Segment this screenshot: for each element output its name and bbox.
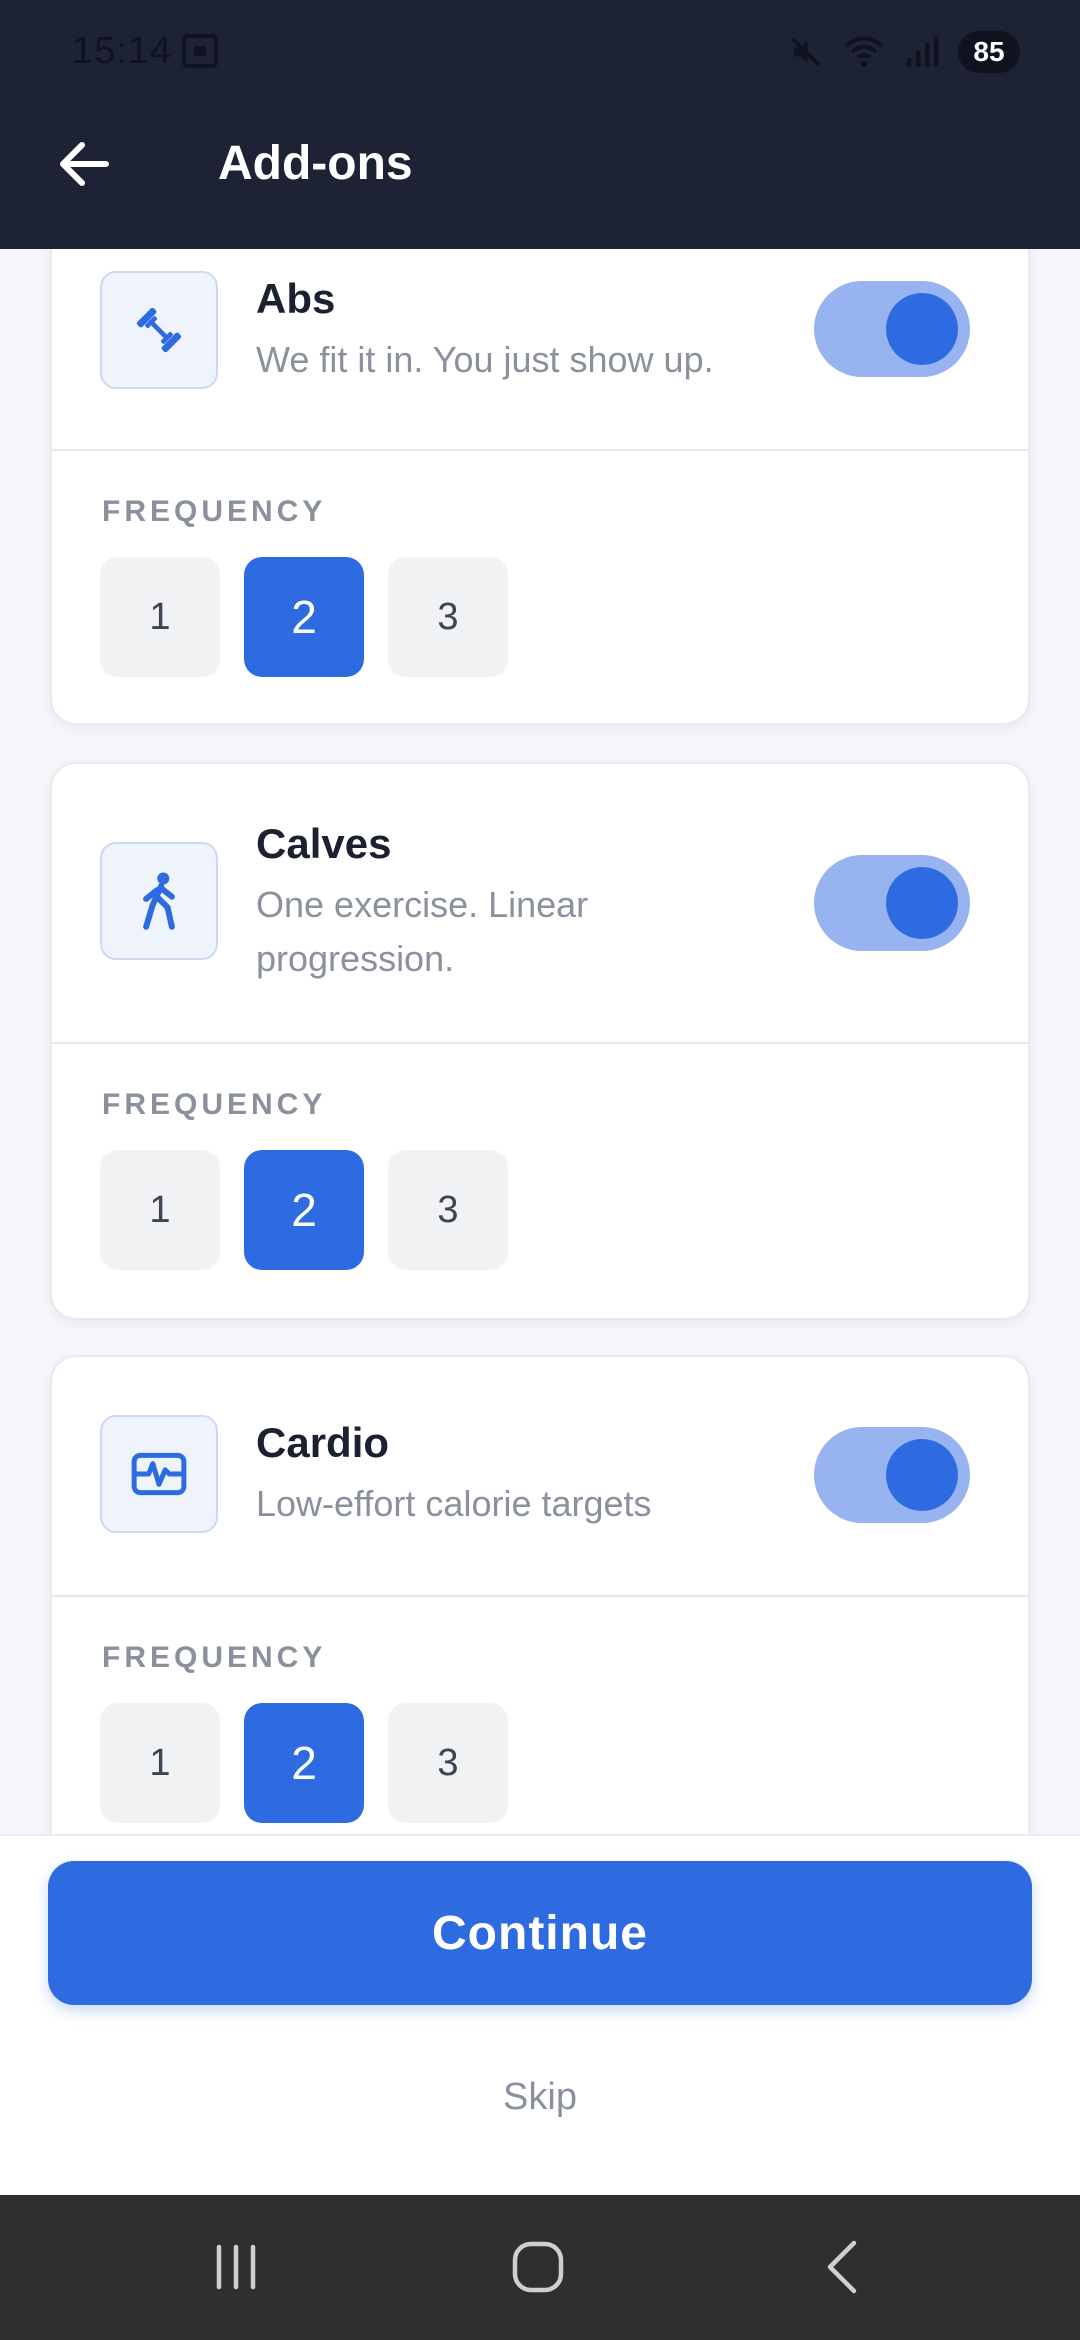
- addon-card-abs: Abs We fit it in. You just show up. FREQ…: [50, 249, 1030, 725]
- arrow-left-icon: [60, 142, 109, 186]
- signal-icon: [907, 35, 939, 67]
- page-title: Add-ons: [218, 137, 413, 190]
- frequency-option-2[interactable]: 2: [244, 557, 364, 677]
- frequency-label: FREQUENCY: [102, 1641, 327, 1674]
- status-bar: 15:14 85: [0, 0, 1080, 105]
- addon-toggle-abs[interactable]: [814, 281, 970, 377]
- top-bar: 15:14 85 Add-ons: [0, 0, 1080, 249]
- frequency-label: FREQUENCY: [102, 1088, 327, 1121]
- addon-card-cardio: Cardio Low-effort calorie targets FREQUE…: [50, 1355, 1030, 1834]
- addon-card-calves: Calves One exercise. Linear progression.…: [50, 762, 1030, 1320]
- chevron-left-icon: [827, 2240, 857, 2294]
- frequency-option-3[interactable]: 3: [388, 1150, 508, 1270]
- system-back-button[interactable]: [802, 2231, 882, 2303]
- addon-toggle-cardio[interactable]: [814, 1427, 970, 1523]
- continue-button[interactable]: Continue: [48, 1861, 1032, 2005]
- addon-title: Cardio: [256, 1419, 390, 1466]
- wifi-icon: [844, 36, 884, 68]
- frequency-selector: 1 2 3: [100, 557, 508, 677]
- battery-indicator: 85: [958, 31, 1020, 73]
- addon-icon-box: [100, 842, 218, 960]
- frequency-label: FREQUENCY: [102, 495, 327, 528]
- home-button[interactable]: [498, 2231, 578, 2303]
- back-button[interactable]: [54, 134, 114, 194]
- dumbbell-icon: [136, 307, 182, 353]
- addons-list[interactable]: Abs We fit it in. You just show up. FREQ…: [0, 249, 1080, 1834]
- toggle-knob: [886, 867, 958, 939]
- divider: [52, 1042, 1028, 1044]
- heartbeat-monitor-icon: [131, 1452, 187, 1496]
- addon-icon-box: [100, 271, 218, 389]
- addon-title: Calves: [256, 820, 392, 867]
- addon-description: One exercise. Linear progression.: [256, 884, 589, 979]
- walking-person-icon: [143, 872, 175, 930]
- skip-link[interactable]: Skip: [0, 2076, 1080, 2119]
- bottom-action-panel: Continue Skip: [0, 1834, 1080, 2195]
- frequency-option-2[interactable]: 2: [244, 1703, 364, 1823]
- divider: [52, 449, 1028, 451]
- screenshot-indicator-icon: [182, 34, 218, 68]
- addon-title: Abs: [256, 275, 336, 322]
- frequency-selector: 1 2 3: [100, 1703, 508, 1823]
- addon-description: We fit it in. You just show up.: [256, 339, 714, 380]
- frequency-option-2[interactable]: 2: [244, 1150, 364, 1270]
- status-icons: 85: [788, 28, 1020, 76]
- recent-apps-icon: [216, 2244, 256, 2290]
- addon-toggle-calves[interactable]: [814, 855, 970, 951]
- frequency-option-1[interactable]: 1: [100, 557, 220, 677]
- system-navigation-bar: [0, 2195, 1080, 2340]
- frequency-option-3[interactable]: 3: [388, 1703, 508, 1823]
- frequency-option-1[interactable]: 1: [100, 1150, 220, 1270]
- recent-apps-button[interactable]: [196, 2231, 276, 2303]
- addon-description: Low-effort calorie targets: [256, 1483, 652, 1524]
- mute-icon: [791, 37, 821, 67]
- addon-icon-box: [100, 1415, 218, 1533]
- toggle-knob: [886, 1439, 958, 1511]
- status-time: 15:14: [72, 30, 173, 72]
- frequency-option-3[interactable]: 3: [388, 557, 508, 677]
- divider: [52, 1595, 1028, 1597]
- frequency-option-1[interactable]: 1: [100, 1703, 220, 1823]
- home-icon: [512, 2241, 564, 2293]
- frequency-selector: 1 2 3: [100, 1150, 508, 1270]
- toggle-knob: [886, 293, 958, 365]
